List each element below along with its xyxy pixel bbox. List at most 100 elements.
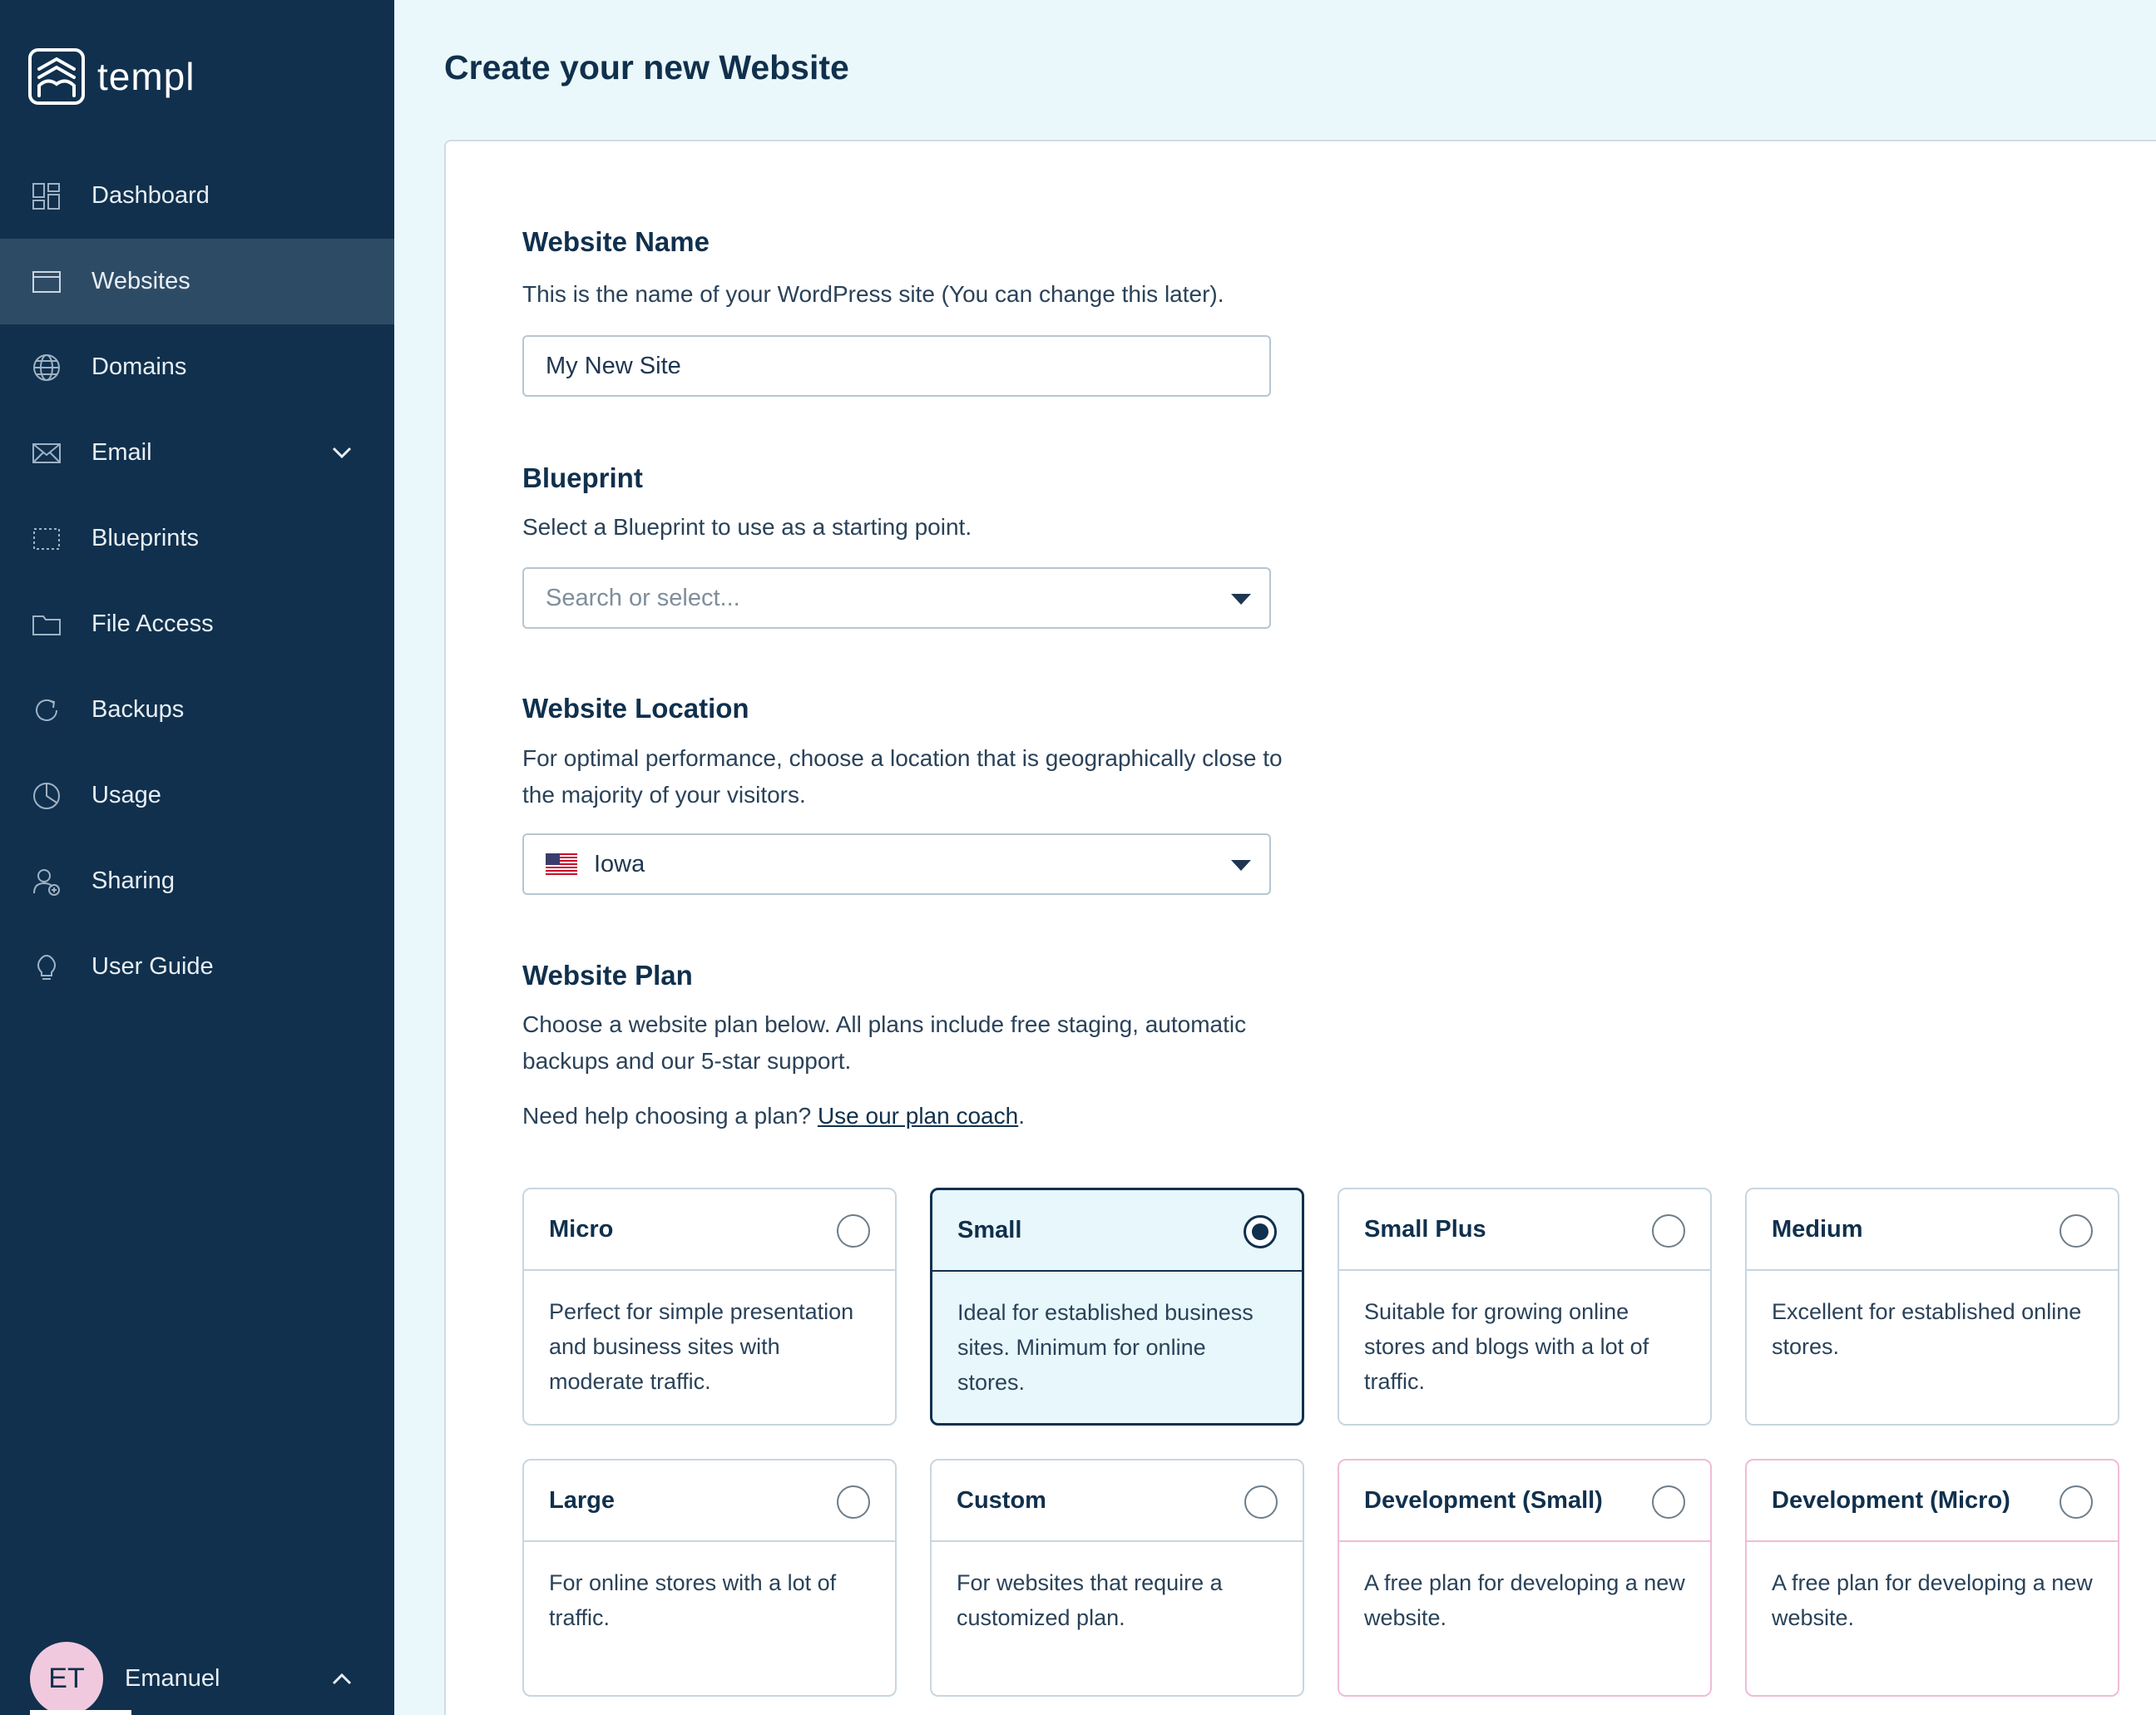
plan-card-header: Custom (932, 1460, 1303, 1542)
plan-name: Micro (549, 1215, 614, 1243)
user-menu[interactable]: ET Emanuel (30, 1642, 394, 1715)
sidebar-item-file-access[interactable]: File Access (0, 581, 394, 667)
templ-logo-icon (28, 48, 85, 105)
user-share-icon (32, 867, 62, 897)
plan-radio-medium[interactable] (2060, 1214, 2093, 1248)
brand-name: templ (97, 55, 195, 98)
sidebar-item-dashboard[interactable]: Dashboard (0, 153, 394, 239)
plan-card-development-small[interactable]: Development (Small) A free plan for deve… (1338, 1459, 1712, 1697)
avatar[interactable]: ET (30, 1642, 103, 1715)
blueprint-placeholder: Search or select... (546, 584, 740, 611)
sidebar-item-label: Blueprints (91, 525, 199, 551)
plan-radio-small[interactable] (1244, 1215, 1277, 1248)
plan-radio-custom[interactable] (1244, 1485, 1278, 1519)
plan-card-micro[interactable]: Micro Perfect for simple presentation an… (522, 1188, 897, 1426)
plan-radio-micro[interactable] (837, 1214, 870, 1248)
location-select[interactable]: Iowa (522, 833, 1271, 895)
blueprint-select[interactable]: Search or select... (522, 567, 1271, 629)
plan-card-header: Medium (1747, 1189, 2118, 1271)
plan-name: Small (957, 1216, 1022, 1243)
plan-name: Development (Micro) (1772, 1486, 2010, 1514)
caret-down-icon (1231, 860, 1251, 871)
website-name-value: My New Site (546, 352, 681, 379)
website-name-title: Website Name (522, 226, 710, 257)
sidebar-item-domains[interactable]: Domains (0, 324, 394, 410)
caret-down-icon (1231, 594, 1251, 605)
plan-help: Need help choosing a plan? Use our plan … (522, 1098, 1321, 1134)
plan-card-header: Micro (524, 1189, 895, 1271)
dashboard-icon (32, 181, 62, 211)
plan-card-header: Small Plus (1339, 1189, 1710, 1271)
sidebar-item-label: Usage (91, 782, 161, 808)
sidebar-item-label: File Access (91, 610, 214, 637)
plan-card-header: Development (Small) (1339, 1460, 1710, 1542)
plan-description: Ideal for established business sites. Mi… (957, 1300, 1254, 1395)
sidebar: templ Dashboard Websites Domains Email B… (0, 0, 394, 1715)
sidebar-item-label: Websites (91, 268, 190, 294)
sidebar-item-email[interactable]: Email (0, 410, 394, 496)
plan-description: Choose a website plan below. All plans i… (522, 1011, 1247, 1074)
chevron-down-icon[interactable] (329, 440, 354, 465)
plan-radio-small-plus[interactable] (1652, 1214, 1685, 1248)
page-title: Create your new Website (444, 48, 849, 86)
plan-card-small[interactable]: Small Ideal for established business sit… (930, 1188, 1304, 1426)
sidebar-item-label: User Guide (91, 953, 214, 980)
plan-card-custom[interactable]: Custom For websites that require a custo… (930, 1459, 1304, 1697)
envelope-icon (32, 438, 62, 468)
plan-name: Small Plus (1364, 1215, 1486, 1243)
plan-card-header: Large (524, 1460, 895, 1542)
refresh-icon (32, 695, 62, 725)
sidebar-item-label: Dashboard (91, 182, 210, 209)
brand-logo[interactable]: templ (27, 47, 195, 106)
plan-card-small-plus[interactable]: Small Plus Suitable for growing online s… (1338, 1188, 1712, 1426)
user-name: Emanuel (125, 1664, 220, 1692)
plan-radio-development-micro[interactable] (2060, 1485, 2093, 1519)
plan-help-prefix: Need help choosing a plan? (522, 1103, 812, 1129)
plan-description: A free plan for developing a new website… (1772, 1570, 2093, 1630)
sidebar-item-label: Domains (91, 353, 187, 380)
sidebar-item-backups[interactable]: Backups (0, 667, 394, 753)
globe-icon (32, 353, 62, 383)
plan-radio-development-small[interactable] (1652, 1485, 1685, 1519)
sidebar-item-usage[interactable]: Usage (0, 753, 394, 838)
plan-title: Website Plan (522, 960, 693, 991)
sidebar-item-label: Backups (91, 696, 185, 723)
blueprint-description: Select a Blueprint to use as a starting … (522, 514, 972, 540)
sidebar-item-label: Email (91, 439, 152, 466)
blueprint-icon (32, 524, 62, 554)
sidebar-item-sharing[interactable]: Sharing (0, 838, 394, 924)
pie-chart-icon (32, 781, 62, 811)
plan-coach-link[interactable]: Use our plan coach (818, 1103, 1018, 1129)
sidebar-nav: Dashboard Websites Domains Email Bluepri… (0, 153, 394, 1010)
plan-name: Development (Small) (1364, 1486, 1603, 1514)
sidebar-item-user-guide[interactable]: User Guide (0, 924, 394, 1010)
plan-name: Large (549, 1486, 615, 1514)
blueprint-title: Blueprint (522, 462, 643, 493)
plan-card-medium[interactable]: Medium Excellent for established online … (1745, 1188, 2119, 1426)
location-value: Iowa (594, 850, 645, 877)
plan-description: Suitable for growing online stores and b… (1364, 1299, 1649, 1394)
lightbulb-icon (32, 952, 62, 982)
sidebar-item-websites[interactable]: Websites (0, 239, 394, 324)
plan-card-header: Development (Micro) (1747, 1460, 2118, 1542)
plan-name: Custom (957, 1486, 1046, 1514)
plan-description: A free plan for developing a new website… (1364, 1570, 1685, 1630)
plan-radio-large[interactable] (837, 1485, 870, 1519)
plan-description: Perfect for simple presentation and busi… (549, 1299, 854, 1394)
us-flag-icon (546, 853, 577, 875)
website-name-description: This is the name of your WordPress site … (522, 281, 1224, 307)
sidebar-item-label: Sharing (91, 867, 175, 894)
plan-card-large[interactable]: Large For online stores with a lot of tr… (522, 1459, 897, 1697)
plan-description: Excellent for established online stores. (1772, 1299, 2082, 1359)
location-title: Website Location (522, 693, 749, 724)
website-name-input[interactable]: My New Site (522, 335, 1271, 397)
chevron-up-icon[interactable] (329, 1667, 354, 1692)
plan-description: For online stores with a lot of traffic. (549, 1570, 837, 1630)
sidebar-item-blueprints[interactable]: Blueprints (0, 496, 394, 581)
plan-card-development-micro[interactable]: Development (Micro) A free plan for deve… (1745, 1459, 2119, 1697)
location-description: For optimal performance, choose a locati… (522, 745, 1283, 808)
user-menu-indicator (30, 1710, 131, 1715)
plan-help-suffix: . (1018, 1103, 1025, 1129)
plan-name: Medium (1772, 1215, 1863, 1243)
plan-card-header: Small (932, 1190, 1302, 1272)
